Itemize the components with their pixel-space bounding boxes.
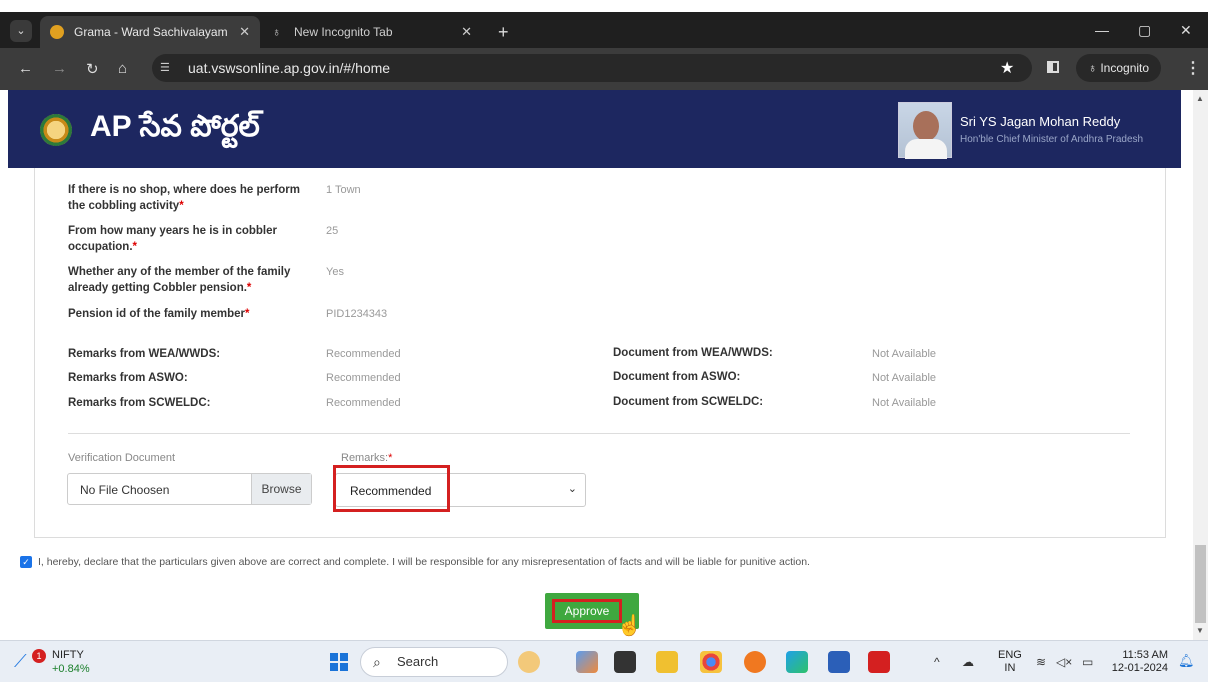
remarks-value-scweldc: Recommended (326, 397, 401, 409)
tab-grama-ward[interactable]: Grama - Ward Sachivalayam ✕ (40, 16, 260, 48)
new-tab-button[interactable]: + (498, 22, 509, 43)
chrome-icon[interactable] (700, 651, 722, 673)
tab-new-incognito[interactable]: ♁ New Incognito Tab ✕ (262, 16, 482, 48)
document-value-aswo: Not Available (872, 372, 937, 384)
site-favicon-icon (50, 25, 64, 39)
scrollbar-thumb[interactable] (1195, 545, 1206, 623)
notification-bell-icon[interactable]: 🔔︎ (1178, 653, 1195, 669)
document-label-scweldc: Document from SCWELDC: (613, 396, 764, 408)
windows-taskbar: ⟋ 1 NIFTY +0.84% ⌕ Search ^ ☁ ENG IN ≋ ◁… (0, 640, 1208, 682)
language-indicator[interactable]: ENG IN (998, 649, 1022, 675)
browser-tab-strip: ⌄ Grama - Ward Sachivalayam ✕ ♁ New Inco… (0, 12, 1208, 48)
ap-emblem-icon (40, 114, 72, 146)
field-label-years-occupation: From how many years he is in cobbler occ… (68, 225, 277, 253)
taskbar-clock[interactable]: 11:53 AM 12-01-2024 (1108, 649, 1168, 675)
show-hidden-icons-icon[interactable]: ^ (934, 655, 940, 669)
close-tab-icon[interactable]: ✕ (239, 24, 250, 40)
incognito-icon: ♁ (1088, 61, 1101, 75)
close-window-button[interactable]: ✕ (1180, 22, 1192, 39)
verification-document-label: Verification Document (68, 452, 175, 464)
app-icon-pre[interactable] (576, 651, 598, 673)
page-scrollbar[interactable]: ▲ ▼ (1193, 90, 1208, 640)
document-value-wea: Not Available (872, 348, 937, 360)
taskbar-search[interactable]: ⌕ Search (360, 647, 508, 677)
edge-icon[interactable] (786, 651, 808, 673)
field-value-years-occupation: 25 (326, 225, 339, 237)
volume-icon[interactable]: ◁× (1056, 655, 1072, 669)
notification-badge: 1 (32, 649, 46, 663)
cm-title: Hon'ble Chief Minister of Andhra Pradesh (960, 134, 1144, 145)
field-label-family-pension: Whether any of the member of the family … (68, 266, 291, 294)
url-text: uat.vswsonline.ap.gov.in/#/home (188, 60, 391, 76)
address-bar[interactable]: ☰ uat.vswsonline.ap.gov.in/#/home (152, 54, 1032, 82)
declaration-checkbox[interactable]: ✓ (20, 556, 32, 568)
field-value-family-pension: Yes (326, 266, 344, 278)
forward-button[interactable]: → (52, 60, 67, 77)
tab-title: Grama - Ward Sachivalayam (74, 25, 228, 39)
chevron-down-icon: ⌄ (567, 483, 577, 495)
remarks-value-wea: Recommended (326, 348, 401, 360)
verification-file-input[interactable]: No File Choosen Browse (67, 473, 312, 505)
declaration-row: ✓ I, hereby, declare that the particular… (20, 556, 810, 568)
site-info-icon[interactable]: ☰ (160, 54, 182, 82)
minimize-button[interactable]: — (1095, 22, 1109, 38)
approve-button-label: Approve (552, 599, 622, 623)
app-icon-orange[interactable] (744, 651, 766, 673)
tab-search-dropdown[interactable]: ⌄ (10, 20, 32, 42)
remarks-label-aswo: Remarks from ASWO: (68, 372, 188, 384)
incognito-badge[interactable]: ♁ Incognito (1076, 54, 1162, 82)
acrobat-icon[interactable] (868, 651, 890, 673)
home-button[interactable]: ⌂ (118, 60, 127, 77)
search-icon: ⌕ (373, 654, 381, 670)
tab-title: New Incognito Tab (294, 25, 393, 39)
field-label-cobbling-place: If there is no shop, where does he perfo… (68, 184, 300, 212)
restore-button[interactable]: ▢ (1138, 22, 1151, 39)
field-value-cobbling-place: 1 Town (326, 184, 361, 196)
browser-toolbar: ← → ↻ ⌂ ☰ uat.vswsonline.ap.gov.in/#/hom… (0, 48, 1208, 90)
browser-menu-icon[interactable]: ⋮ (1185, 58, 1201, 78)
cm-photo (898, 102, 952, 159)
field-value-pension-id: PID1234343 (326, 308, 388, 320)
document-label-wea: Document from WEA/WWDS: (613, 347, 773, 359)
side-panel-icon[interactable] (1047, 61, 1059, 73)
remarks-label-scweldc: Remarks from SCWELDC: (68, 397, 211, 409)
portal-logo-text[interactable]: AP సేవ పోర్టల్ (90, 110, 260, 151)
highlight-annotation-remarks (333, 465, 450, 512)
remarks-field-label: Remarks:* (341, 452, 393, 464)
field-label-pension-id: Pension id of the family member* (68, 308, 250, 320)
wifi-icon[interactable]: ≋ (1036, 655, 1046, 669)
widget-change: +0.84% (52, 663, 90, 675)
main-content: If there is no shop, where does he perfo… (0, 168, 1193, 640)
widget-name[interactable]: NIFTY (52, 649, 84, 661)
scroll-up-icon[interactable]: ▲ (1196, 94, 1204, 103)
word-icon[interactable] (828, 651, 850, 673)
onedrive-icon[interactable]: ☁ (962, 655, 974, 669)
incognito-icon: ♁ (272, 25, 281, 39)
task-view-icon[interactable] (614, 651, 636, 673)
section-divider (68, 433, 1130, 434)
close-tab-icon[interactable]: ✕ (461, 24, 472, 40)
copilot-avatar-icon[interactable] (518, 651, 540, 673)
portal-header: AP సేవ పోర్టల్ Sri YS Jagan Mohan Reddy … (8, 90, 1181, 168)
back-button[interactable]: ← (18, 60, 33, 77)
file-name-text: No File Choosen (80, 483, 170, 497)
declaration-text: I, hereby, declare that the particulars … (38, 556, 810, 568)
reload-button[interactable]: ↻ (86, 60, 99, 78)
start-button[interactable] (330, 653, 348, 671)
file-explorer-icon[interactable] (656, 651, 678, 673)
hand-cursor-icon: ☝ (617, 615, 642, 637)
bookmark-star-icon[interactable]: ★ (1000, 58, 1014, 78)
scroll-down-icon[interactable]: ▼ (1196, 626, 1204, 635)
document-label-aswo: Document from ASWO: (613, 371, 741, 383)
battery-icon[interactable]: ▭ (1082, 655, 1093, 669)
browse-button[interactable]: Browse (251, 474, 311, 504)
cm-name: Sri YS Jagan Mohan Reddy (960, 114, 1121, 129)
document-value-scweldc: Not Available (872, 397, 937, 409)
search-placeholder: Search (397, 654, 439, 669)
remarks-value-aswo: Recommended (326, 372, 401, 384)
remarks-label-wea: Remarks from WEA/WWDS: (68, 348, 221, 360)
incognito-label: Incognito (1100, 61, 1150, 75)
